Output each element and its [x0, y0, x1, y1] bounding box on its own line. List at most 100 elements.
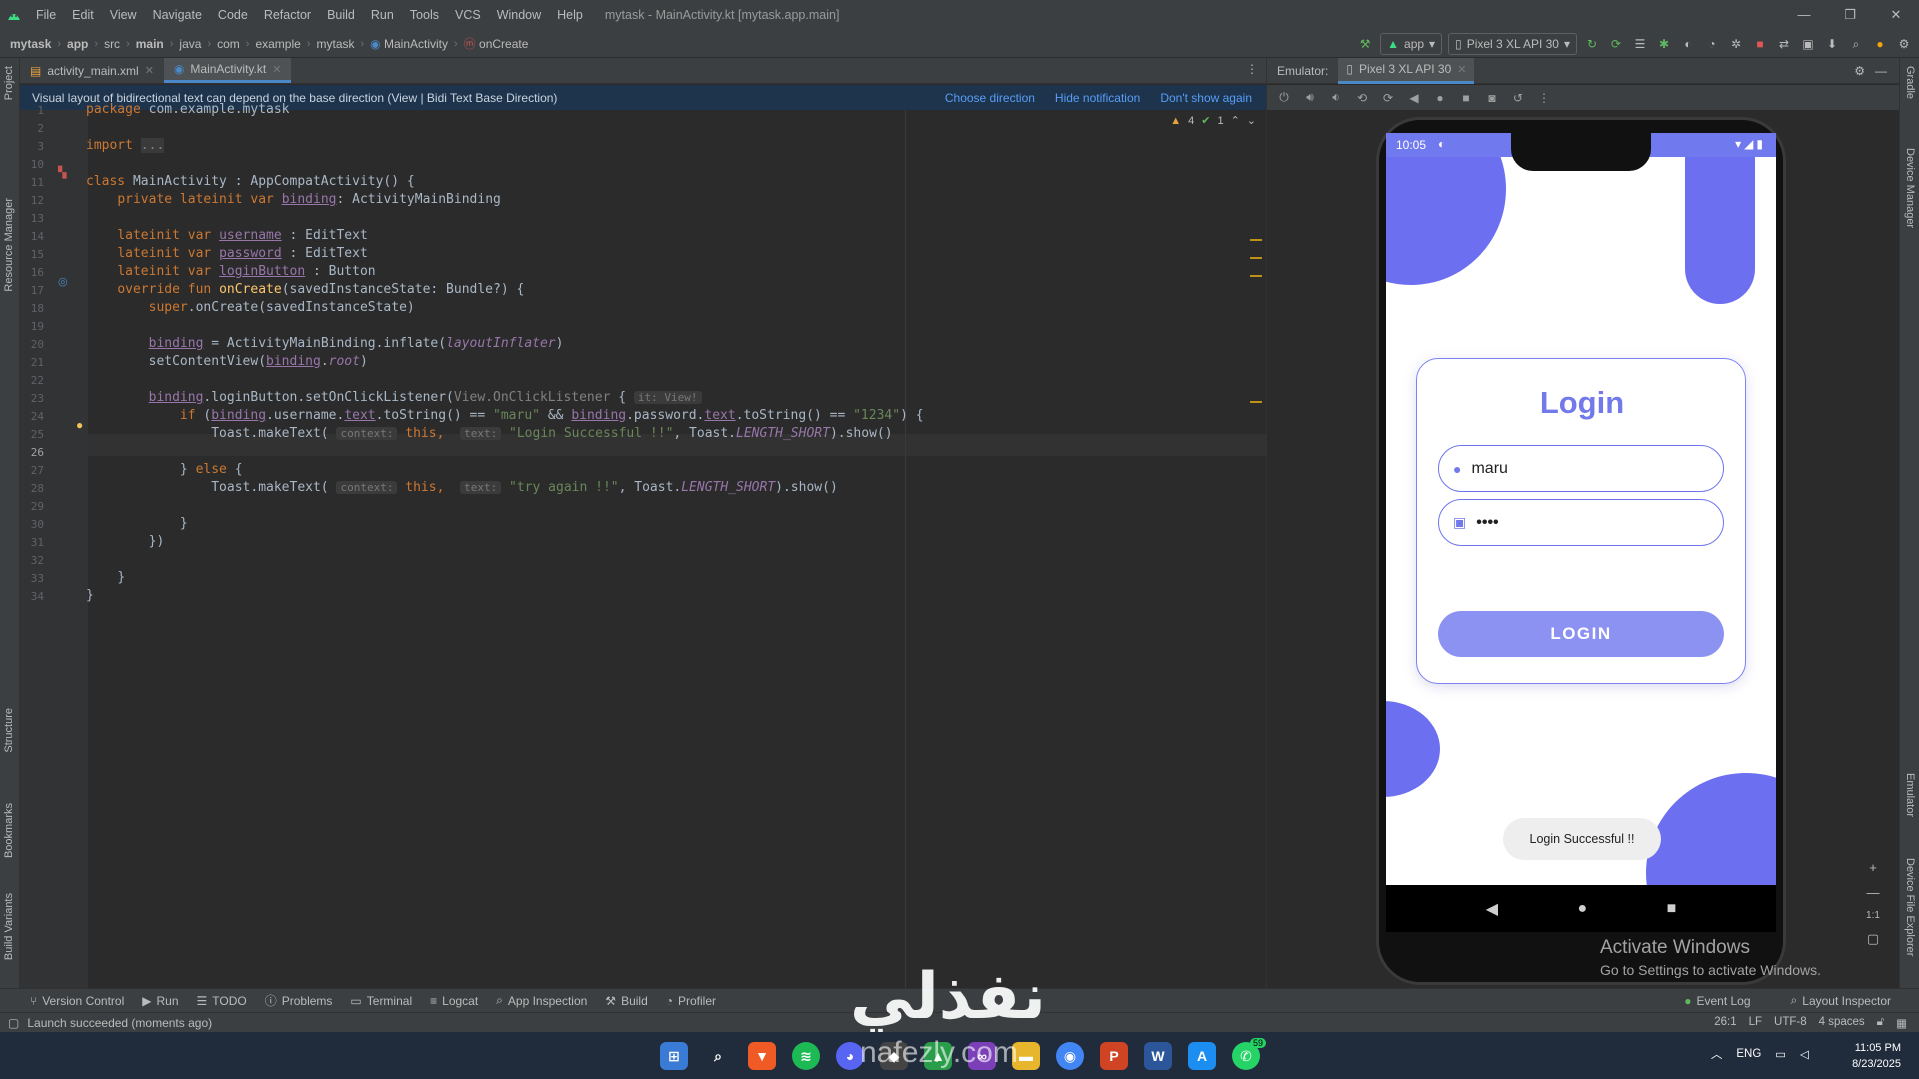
minimize-button[interactable]: — — [1781, 0, 1827, 30]
list-icon[interactable]: ☰ — [1631, 35, 1649, 53]
breadcrumb-method[interactable]: ⓜ onCreate — [464, 35, 529, 52]
menu-refactor[interactable]: Refactor — [256, 0, 319, 30]
rotate-left-icon[interactable]: ⟲ — [1353, 91, 1371, 105]
tool-todo[interactable]: ☰ TODO — [197, 994, 247, 1008]
app-store-icon[interactable]: A — [1188, 1042, 1216, 1070]
more-vert-icon[interactable]: ⋮ — [1246, 62, 1258, 76]
rotate-right-icon[interactable]: ⟳ — [1379, 91, 1397, 105]
device-select[interactable]: ▯ Pixel 3 XL API 30 ▾ — [1448, 33, 1577, 55]
tool-event-log[interactable]: ● Event Log — [1684, 993, 1750, 1008]
taskbar-clock[interactable]: 11:05 PM 8/23/2025 — [1852, 1040, 1901, 1072]
login-button[interactable]: LOGIN — [1438, 611, 1724, 657]
menu-file[interactable]: File — [28, 0, 64, 30]
breadcrumb-item[interactable]: main — [136, 37, 164, 51]
choose-direction-link[interactable]: Choose direction — [945, 91, 1035, 105]
zoom-fit-icon[interactable]: ▢ — [1867, 931, 1879, 947]
tool-build[interactable]: ⚒ Build — [605, 994, 647, 1008]
maximize-button[interactable]: ❐ — [1827, 0, 1873, 30]
nav-home-icon[interactable]: ● — [1577, 900, 1587, 918]
start-icon[interactable]: ⊞ — [660, 1042, 688, 1070]
nav-back-icon[interactable]: ◀ — [1486, 899, 1498, 919]
tool-profiler[interactable]: ◔ Profiler — [666, 994, 716, 1008]
tool-emulator[interactable]: Emulator — [1904, 773, 1916, 817]
folded-imports[interactable]: ... — [140, 138, 165, 153]
power-icon[interactable]: ⏻ — [1275, 90, 1293, 105]
chevron-up-icon[interactable]: ︿ — [1711, 1046, 1723, 1062]
tool-build-variants[interactable]: Build Variants — [3, 893, 15, 960]
menu-edit[interactable]: Edit — [64, 0, 102, 30]
snapshot-icon[interactable]: ↺ — [1509, 91, 1527, 105]
close-button[interactable]: ✕ — [1873, 0, 1919, 30]
chrome-icon[interactable]: ◉ — [1056, 1042, 1084, 1070]
word-icon[interactable]: W — [1144, 1042, 1172, 1070]
breadcrumb-item[interactable]: example — [255, 37, 300, 51]
minimize-panel-icon[interactable]: — — [1875, 64, 1887, 78]
search-icon[interactable]: ⌕ — [704, 1042, 732, 1070]
tool-resource-manager[interactable]: Resource Manager — [3, 198, 15, 292]
device-manager-icon[interactable]: ▣ — [1799, 35, 1817, 53]
tool-run[interactable]: ▶ Run — [142, 994, 178, 1008]
tool-structure[interactable]: Structure — [3, 708, 15, 753]
class-hierarchy-icon[interactable]: ▚ — [58, 166, 66, 179]
line-separator[interactable]: LF — [1749, 1016, 1762, 1030]
attach-debugger-icon[interactable]: ◔ — [1703, 35, 1721, 53]
zoom-out-icon[interactable]: — — [1867, 885, 1880, 900]
breadcrumb-item[interactable]: src — [104, 37, 120, 51]
menu-code[interactable]: Code — [210, 0, 256, 30]
home-icon[interactable]: ● — [1431, 91, 1449, 105]
warning-marker[interactable] — [1250, 257, 1262, 259]
tab-main-activity-kt[interactable]: ◉ MainActivity.kt ✕ — [163, 58, 292, 83]
menu-help[interactable]: Help — [549, 0, 591, 30]
more-vert-icon[interactable]: ⋮ — [1535, 91, 1553, 105]
menu-run[interactable]: Run — [363, 0, 402, 30]
chevron-up-icon[interactable]: ⌃ — [1231, 114, 1240, 127]
hammer-icon[interactable]: ⚒ — [1356, 35, 1374, 53]
sync-icon[interactable]: ⇄ — [1775, 35, 1793, 53]
status-window-icon[interactable]: ▢ — [8, 1016, 19, 1030]
volume-down-icon[interactable]: 🔉︎ — [1327, 90, 1345, 105]
nav-recents-icon[interactable]: ■ — [1667, 900, 1677, 918]
breadcrumb-item[interactable]: com — [217, 37, 240, 51]
dont-show-again-link[interactable]: Don't show again — [1160, 91, 1252, 105]
tool-project[interactable]: Project — [3, 66, 15, 100]
lightbulb-icon[interactable]: ● — [76, 418, 83, 432]
tab-activity-main-xml[interactable]: ▤ activity_main.xml ✕ — [20, 58, 164, 83]
code-editor[interactable]: 1 2 3 10 11 12 13 14 15 16 17 18 19 20 2… — [20, 102, 1266, 988]
tool-device-manager[interactable]: Device Manager — [1904, 148, 1916, 228]
menu-view[interactable]: View — [102, 0, 145, 30]
device-screen[interactable]: 10:05 ◐ ▾◢▮ Login ● maru ▣ •••• LOGIN Lo… — [1386, 133, 1776, 885]
tool-version-control[interactable]: ⑂ Version Control — [30, 994, 124, 1008]
overview-icon[interactable]: ■ — [1457, 91, 1475, 105]
breadcrumb-item[interactable]: java — [179, 37, 201, 51]
hide-notification-link[interactable]: Hide notification — [1055, 91, 1140, 105]
profile-icon[interactable]: ◐ — [1679, 35, 1697, 53]
breadcrumb-item[interactable]: mytask — [316, 37, 354, 51]
chevron-down-icon[interactable]: ⌄ — [1247, 114, 1256, 127]
apply-code-changes-icon[interactable]: ⟳ — [1607, 35, 1625, 53]
warning-marker[interactable] — [1250, 275, 1262, 277]
update-icon[interactable]: ● — [1871, 35, 1889, 53]
settings-icon[interactable]: ⚙ — [1854, 64, 1865, 78]
apply-changes-icon[interactable]: ↻ — [1583, 35, 1601, 53]
settings-icon[interactable]: ⚙ — [1895, 35, 1913, 53]
warning-marker[interactable] — [1250, 239, 1262, 241]
back-icon[interactable]: ◀ — [1405, 91, 1423, 105]
volume-icon[interactable]: ◁ — [1800, 1047, 1809, 1061]
run-config-select[interactable]: ▲ app ▾ — [1380, 33, 1443, 55]
menu-window[interactable]: Window — [489, 0, 549, 30]
powerpoint-icon[interactable]: P — [1100, 1042, 1128, 1070]
menu-vcs[interactable]: VCS — [447, 0, 489, 30]
menu-build[interactable]: Build — [319, 0, 363, 30]
username-field[interactable]: ● maru — [1438, 445, 1724, 492]
indent-setting[interactable]: 4 spaces — [1819, 1016, 1865, 1030]
menu-tools[interactable]: Tools — [402, 0, 447, 30]
close-icon[interactable]: ✕ — [1457, 63, 1466, 76]
debug-icon[interactable]: ✱ — [1655, 35, 1673, 53]
tool-problems[interactable]: ⓘ Problems — [265, 992, 333, 1009]
tool-bookmarks[interactable]: Bookmarks — [3, 803, 15, 858]
tool-logcat[interactable]: ≡ Logcat — [430, 994, 478, 1008]
zoom-in-icon[interactable]: + — [1869, 860, 1877, 875]
breadcrumb-item[interactable]: app — [67, 37, 88, 51]
network-icon[interactable]: ▭ — [1775, 1047, 1786, 1061]
override-icon[interactable]: ◎ — [58, 275, 68, 288]
